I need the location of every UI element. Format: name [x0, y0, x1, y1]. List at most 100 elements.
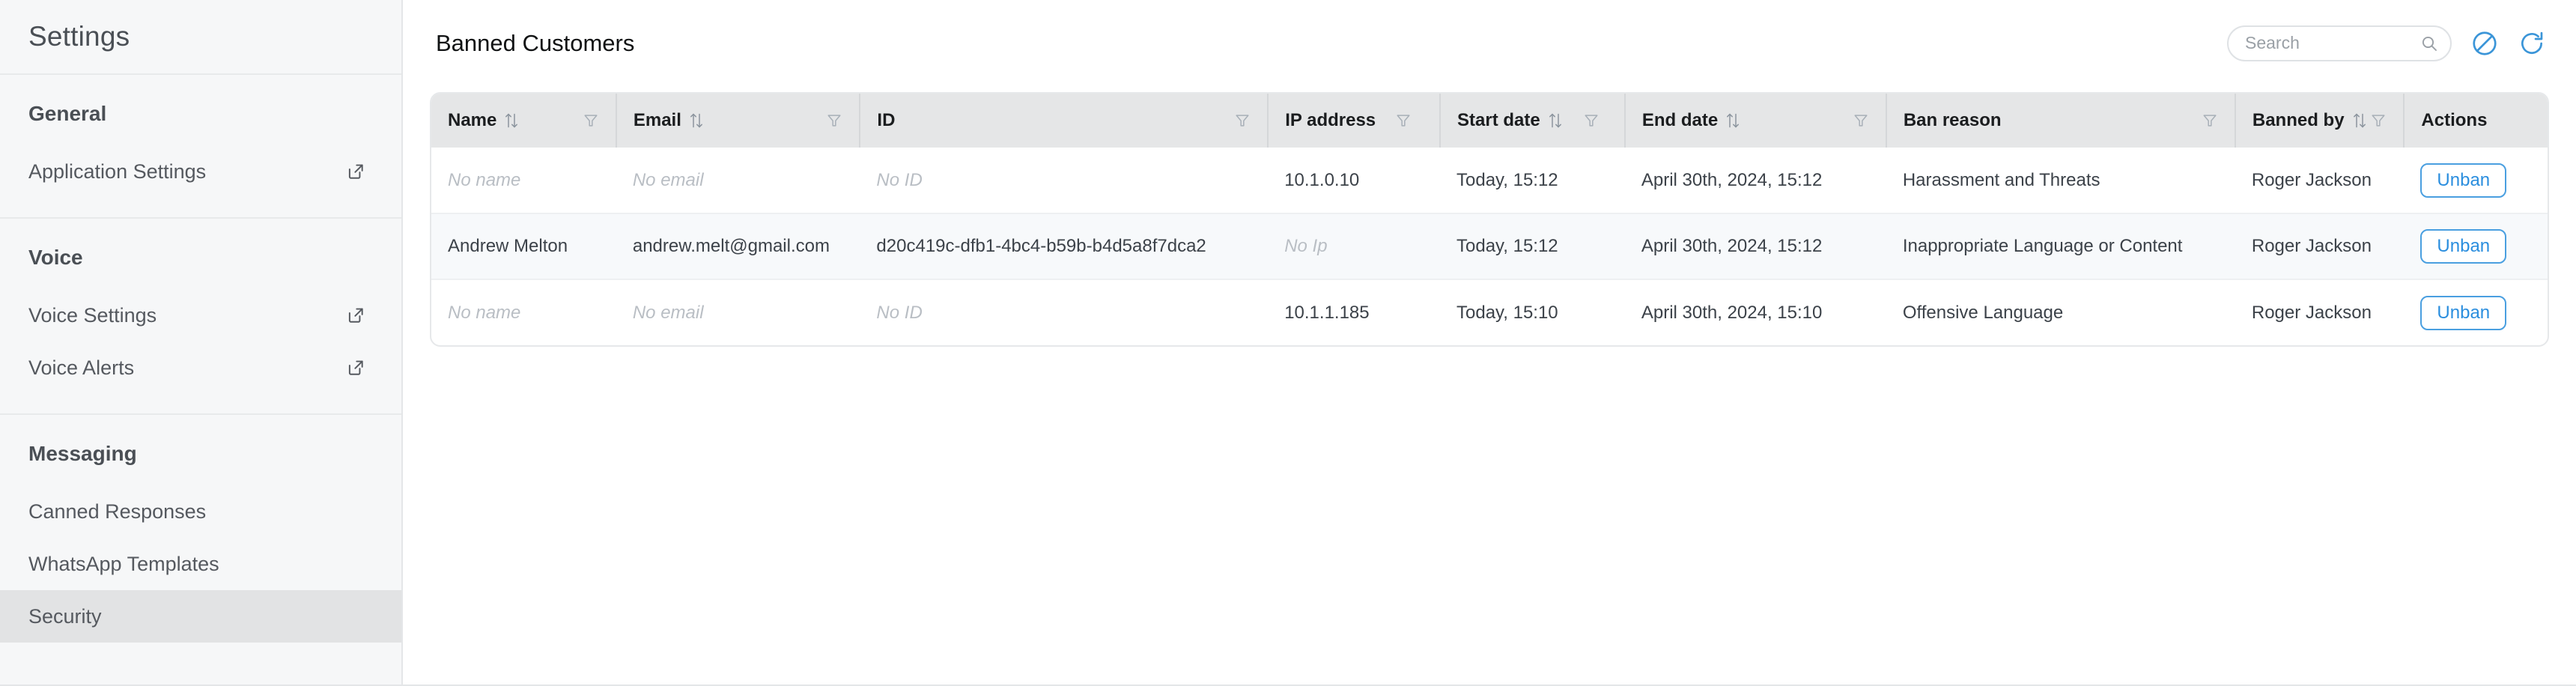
cell-email: andrew.melt@gmail.com — [632, 236, 830, 256]
header-actions: Search — [2227, 25, 2546, 61]
sidebar-group-messaging: Messaging Canned Responses WhatsApp Templa… — [0, 415, 401, 662]
banned-customers-table: Name Email ID IP address Start date End date B… — [431, 94, 2548, 345]
filter-icon[interactable] — [2202, 112, 2218, 129]
main-content: Banned Customers Search Name Email ID IP… — [403, 0, 2576, 685]
sidebar-nav: General Application Settings Voice Voice Se… — [0, 75, 401, 662]
column-header-start[interactable]: Start date — [1440, 94, 1626, 148]
cell-id: d20c419c-dfb1-4bc4-b59b-b4d5a8f7dca2 — [876, 236, 1206, 256]
table-row[interactable]: Andrew Melton andrew.melt@gmail.com d20c41… — [431, 213, 2548, 279]
column-header-label: Actions — [2421, 110, 2488, 130]
cell-email: No email — [632, 302, 704, 323]
cell-name: No name — [448, 169, 521, 190]
sidebar-title: Settings — [28, 21, 130, 52]
sidebar-group-general: General Application Settings — [0, 75, 401, 219]
filter-icon[interactable] — [1234, 112, 1251, 129]
column-header-name[interactable]: Name — [431, 94, 617, 148]
column-header-end[interactable]: End date — [1624, 94, 1887, 148]
column-header-email[interactable]: Email — [616, 94, 861, 148]
table-row[interactable]: No name No email No ID 10.1.0.10 Today, 15:1… — [431, 148, 2548, 213]
filter-icon[interactable] — [1395, 112, 1412, 129]
cell-name: No name — [448, 302, 521, 323]
cell-end: April 30th, 2024, 15:10 — [1641, 302, 1823, 323]
sidebar-item-whatsapp-templates[interactable]: WhatsApp Templates — [0, 538, 401, 590]
cell-start: Today, 15:12 — [1456, 169, 1558, 190]
cell-ip: 10.1.1.185 — [1284, 302, 1370, 323]
sort-icon[interactable] — [688, 112, 705, 130]
column-header-label: Ban reason — [1903, 110, 2002, 130]
cell-reason: Inappropriate Language or Content — [1902, 236, 2183, 256]
table-row[interactable]: No name No email No ID 10.1.1.185 Today, 15:… — [431, 279, 2548, 345]
column-header-id[interactable]: ID — [860, 94, 1269, 148]
external-link-icon — [346, 358, 365, 377]
cell-id: No ID — [876, 302, 923, 323]
cell-start: Today, 15:10 — [1456, 302, 1558, 323]
unban-button[interactable]: Unban — [2420, 163, 2507, 198]
sidebar-group-voice: Voice Voice Settings Voice Alerts — [0, 219, 401, 415]
sidebar-item-label: Voice Settings — [28, 303, 157, 327]
external-link-icon — [346, 162, 365, 181]
page-title: Banned Customers — [436, 29, 635, 56]
column-header-label: ID — [877, 110, 896, 130]
cell-id: No ID — [876, 169, 923, 190]
cell-start: Today, 15:12 — [1456, 236, 1558, 256]
sidebar-group-label: General — [28, 102, 107, 125]
cell-by: Roger Jackson — [2251, 169, 2372, 190]
column-header-label: End date — [1641, 110, 1719, 130]
sidebar-group-label: Messaging — [28, 442, 137, 465]
cell-email: No email — [632, 169, 704, 190]
sidebar-group-label: Voice — [28, 246, 83, 269]
cell-ip: 10.1.0.10 — [1284, 169, 1360, 190]
sidebar-item-label: Voice Alerts — [28, 356, 135, 379]
refresh-icon[interactable] — [2518, 29, 2546, 58]
column-header-label: Start date — [1457, 110, 1540, 130]
unban-button[interactable]: Unban — [2420, 229, 2507, 264]
column-header-ip[interactable]: IP address — [1268, 94, 1441, 148]
sidebar-item-label: Canned Responses — [28, 500, 207, 523]
sidebar-item-application-settings[interactable]: Application Settings — [0, 145, 401, 198]
filter-icon[interactable] — [1583, 112, 1600, 129]
column-header-act[interactable]: Actions — [2404, 94, 2548, 148]
filter-icon[interactable] — [826, 112, 842, 129]
sidebar-item-label: Security — [28, 604, 102, 628]
column-header-label: Banned by — [2252, 110, 2345, 130]
sidebar-item-label: Application Settings — [28, 160, 207, 183]
actions-cell: Unban — [2404, 279, 2548, 345]
cell-end: April 30th, 2024, 15:12 — [1641, 169, 1823, 190]
column-header-label: IP address — [1285, 110, 1376, 130]
column-header-label: Name — [448, 110, 497, 130]
filter-icon[interactable] — [583, 112, 599, 129]
actions-cell: Unban — [2404, 213, 2548, 279]
actions-cell: Unban — [2404, 148, 2548, 213]
filter-icon[interactable] — [2370, 112, 2387, 129]
cell-reason: Harassment and Threats — [1902, 169, 2100, 190]
sort-icon[interactable] — [503, 112, 520, 130]
search-input[interactable]: Search — [2227, 25, 2452, 61]
unban-button[interactable]: Unban — [2420, 295, 2507, 330]
app-root: Settings General Application Settings Voic… — [0, 0, 2576, 686]
cell-by: Roger Jackson — [2251, 236, 2372, 256]
sort-icon[interactable] — [2351, 112, 2368, 130]
cell-ip: No Ip — [1284, 236, 1328, 256]
sidebar-item-label: WhatsApp Templates — [28, 552, 219, 575]
cell-name: Andrew Melton — [448, 236, 568, 256]
column-header-label: Email — [633, 110, 681, 130]
search-icon — [2420, 34, 2438, 52]
cell-reason: Offensive Language — [1902, 302, 2064, 323]
cell-by: Roger Jackson — [2251, 302, 2372, 323]
sort-icon[interactable] — [1547, 112, 1564, 130]
sidebar-item-voice-alerts[interactable]: Voice Alerts — [0, 342, 401, 394]
filter-icon[interactable] — [1853, 112, 1869, 129]
sidebar-header: Settings — [0, 0, 401, 75]
ban-customer-icon[interactable] — [2470, 29, 2499, 58]
sidebar-item-canned-responses[interactable]: Canned Responses — [0, 485, 401, 538]
sort-icon[interactable] — [1725, 112, 1741, 130]
sidebar-item-security[interactable]: Security — [0, 590, 401, 643]
column-header-reason[interactable]: Ban reason — [1886, 94, 2236, 148]
banned-customers-table-container: Name Email ID IP address Start date End date B… — [430, 92, 2549, 347]
sidebar-item-voice-settings[interactable]: Voice Settings — [0, 289, 401, 342]
table-header-row: Name Email ID IP address Start date End date B… — [431, 94, 2548, 148]
table-head: Name Email ID IP address Start date End date B… — [431, 94, 2548, 148]
settings-sidebar: Settings General Application Settings Voic… — [0, 0, 403, 685]
column-header-by[interactable]: Banned by — [2235, 94, 2405, 148]
table-body: No name No email No ID 10.1.0.10 Today, 15:1… — [431, 148, 2548, 345]
